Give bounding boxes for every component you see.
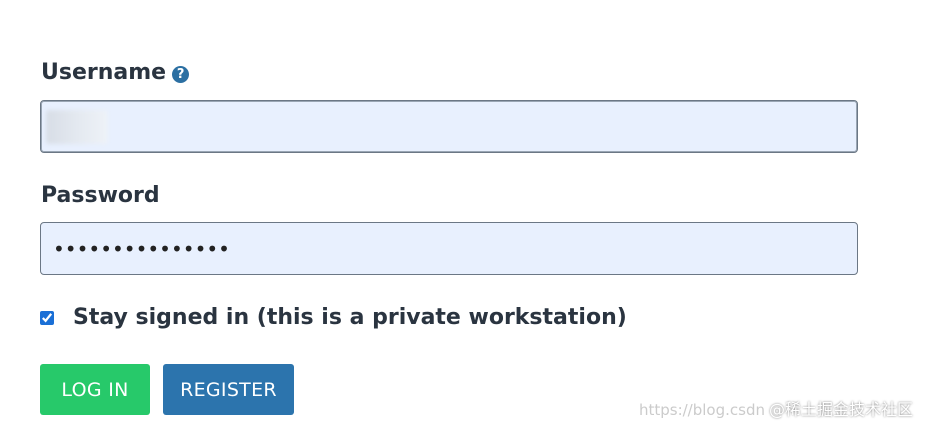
login-page: Username ? Password Stay signed in (this… — [0, 0, 927, 433]
stay-signed-in-label[interactable]: Stay signed in (this is a private workst… — [73, 305, 627, 330]
question-circle-icon[interactable]: ? — [172, 65, 190, 83]
stay-signed-in-checkbox[interactable] — [40, 310, 54, 325]
watermark-url: https://blog.csdn — [638, 401, 765, 419]
register-button[interactable]: REGISTER — [163, 364, 294, 415]
password-input[interactable] — [40, 222, 858, 275]
password-label-row: Password — [41, 183, 160, 208]
username-label: Username — [41, 60, 167, 85]
username-blurred-value — [46, 110, 108, 144]
login-button[interactable]: LOG IN — [40, 364, 150, 415]
username-label-row: Username ? — [41, 60, 190, 85]
watermark-text: @稀土掘金技术社区 — [768, 400, 913, 419]
stay-signed-in-row: Stay signed in (this is a private workst… — [40, 305, 627, 330]
username-input[interactable] — [40, 100, 858, 153]
watermark: https://blog.csdn @稀土掘金技术社区 — [639, 396, 913, 420]
password-label: Password — [41, 183, 160, 208]
